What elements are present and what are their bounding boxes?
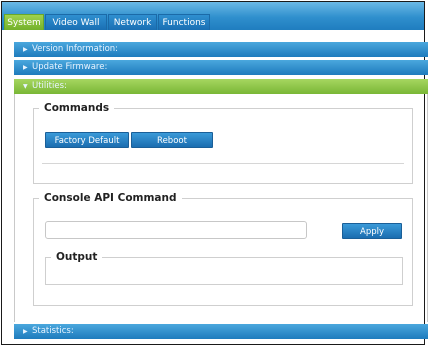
section-utilities[interactable]: ▼ Utilities: xyxy=(14,79,428,94)
section-version-information[interactable]: ▶ Version Information: xyxy=(14,42,428,57)
collapse-arrow-icon: ▶ xyxy=(23,328,28,335)
collapse-arrow-icon: ▶ xyxy=(23,64,28,71)
tab-system[interactable]: System xyxy=(4,14,44,30)
console-api-legend: Console API Command xyxy=(44,192,177,204)
commands-legend: Commands xyxy=(44,102,110,114)
commands-group: Commands Factory Default Reboot xyxy=(33,102,413,184)
console-command-input[interactable] xyxy=(45,221,307,239)
factory-default-button[interactable]: Factory Default xyxy=(45,132,129,148)
section-statistics[interactable]: ▶ Statistics: xyxy=(14,324,428,339)
section-update-firmware[interactable]: ▶ Update Firmware: xyxy=(14,60,428,75)
section-firmware-label: Update Firmware: xyxy=(32,62,108,72)
console-api-group: Console API Command Apply Output xyxy=(33,192,413,306)
output-group: Output xyxy=(45,251,403,285)
apply-button[interactable]: Apply xyxy=(342,223,402,239)
section-statistics-label: Statistics: xyxy=(32,326,74,336)
tab-bar: System Video Wall Network Functions xyxy=(2,2,424,30)
collapse-arrow-icon: ▶ xyxy=(23,46,28,53)
utilities-panel: Commands Factory Default Reboot Console … xyxy=(14,94,428,322)
reboot-button[interactable]: Reboot xyxy=(131,132,213,148)
tab-functions[interactable]: Functions xyxy=(158,14,210,30)
section-utilities-label: Utilities: xyxy=(32,81,67,91)
expand-arrow-icon: ▼ xyxy=(23,83,28,90)
section-version-label: Version Information: xyxy=(32,44,119,54)
divider xyxy=(42,163,404,164)
tab-video-wall[interactable]: Video Wall xyxy=(45,14,107,30)
output-legend: Output xyxy=(56,251,98,263)
tab-network[interactable]: Network xyxy=(108,14,157,30)
app-frame: System Video Wall Network Functions ▶ Ver… xyxy=(1,1,428,345)
